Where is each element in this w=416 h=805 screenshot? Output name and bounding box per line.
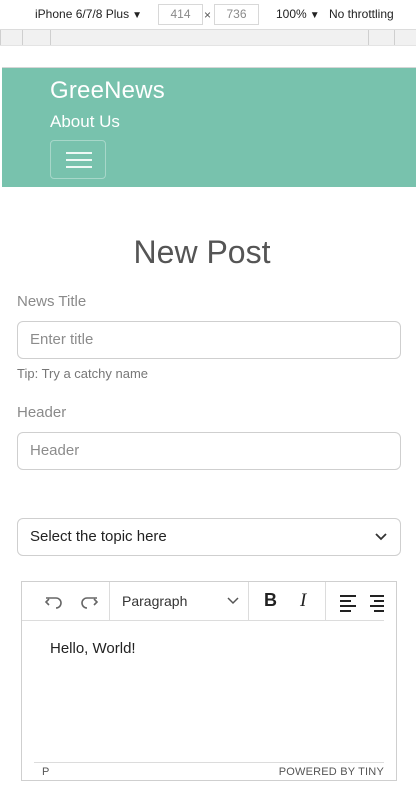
italic-button[interactable]: I	[300, 590, 306, 612]
title-tip-text: Tip: Try a catchy name	[17, 366, 149, 381]
zoom-label: 100%	[276, 7, 307, 21]
navbar-toggler-button[interactable]	[50, 140, 106, 179]
caret-down-icon: ▼	[309, 10, 320, 21]
page-title: New Post	[133, 234, 271, 270]
ruler-segment[interactable]	[0, 30, 22, 45]
format-group	[249, 582, 326, 620]
chevron-down-icon	[375, 533, 387, 541]
rich-text-editor: Paragraph B I Hello, World! P POWERED BY…	[21, 581, 397, 781]
media-query-ruler	[0, 29, 416, 46]
hamburger-icon-bar	[66, 166, 92, 168]
header-input[interactable]: Header	[17, 432, 401, 470]
ruler-segment[interactable]	[394, 30, 416, 45]
editor-statusbar: P POWERED BY TINY	[34, 762, 384, 780]
hamburger-icon-bar	[66, 159, 92, 161]
ruler-segment[interactable]	[368, 30, 394, 45]
editor-content[interactable]: Hello, World!	[50, 640, 136, 657]
redo-icon[interactable]	[78, 591, 100, 613]
viewport-width-input[interactable]: 414	[158, 4, 203, 25]
caret-down-icon: ▼	[132, 10, 142, 21]
navbar: GreeNews About Us	[2, 68, 416, 187]
hamburger-icon	[66, 152, 92, 154]
align-left-icon[interactable]	[338, 591, 360, 613]
chevron-down-icon	[227, 597, 239, 605]
bold-button[interactable]: B	[264, 590, 277, 611]
editor-toolbar: Paragraph B I	[22, 582, 384, 621]
news-title-label: News Title	[17, 293, 87, 310]
device-select-label: iPhone 6/7/8 Plus	[35, 7, 130, 21]
page-viewport: GreeNews About Us New Post News Title En…	[2, 67, 416, 803]
devtools-spacer	[0, 46, 416, 67]
dimension-separator: ×	[204, 8, 212, 22]
topic-select[interactable]: Select the topic here	[17, 518, 401, 556]
device-select[interactable]: iPhone 6/7/8 Plus ▼	[35, 7, 142, 21]
topic-select-value: Select the topic here	[30, 528, 167, 545]
undo-icon[interactable]	[43, 591, 65, 613]
element-path[interactable]: P	[42, 766, 49, 778]
powered-by-link[interactable]: POWERED BY TINY	[279, 766, 384, 778]
zoom-select[interactable]: 100% ▼	[276, 7, 320, 21]
news-title-input[interactable]: Enter title	[17, 321, 401, 359]
devtools-device-toolbar: iPhone 6/7/8 Plus ▼ 414 × 736 100% ▼ No th…	[0, 0, 416, 29]
brand-link[interactable]: GreeNews	[50, 77, 165, 105]
throttling-select[interactable]: No throttling	[329, 7, 394, 21]
block-format-select[interactable]: Paragraph	[122, 593, 187, 609]
ruler-segment[interactable]	[22, 30, 50, 45]
about-us-link[interactable]: About Us	[50, 112, 120, 132]
ruler-segment[interactable]	[50, 30, 368, 45]
throttling-label: No throttling	[329, 7, 394, 21]
viewport-height-input[interactable]: 736	[214, 4, 259, 25]
align-right-icon[interactable]	[368, 591, 384, 613]
header-label: Header	[17, 404, 67, 421]
